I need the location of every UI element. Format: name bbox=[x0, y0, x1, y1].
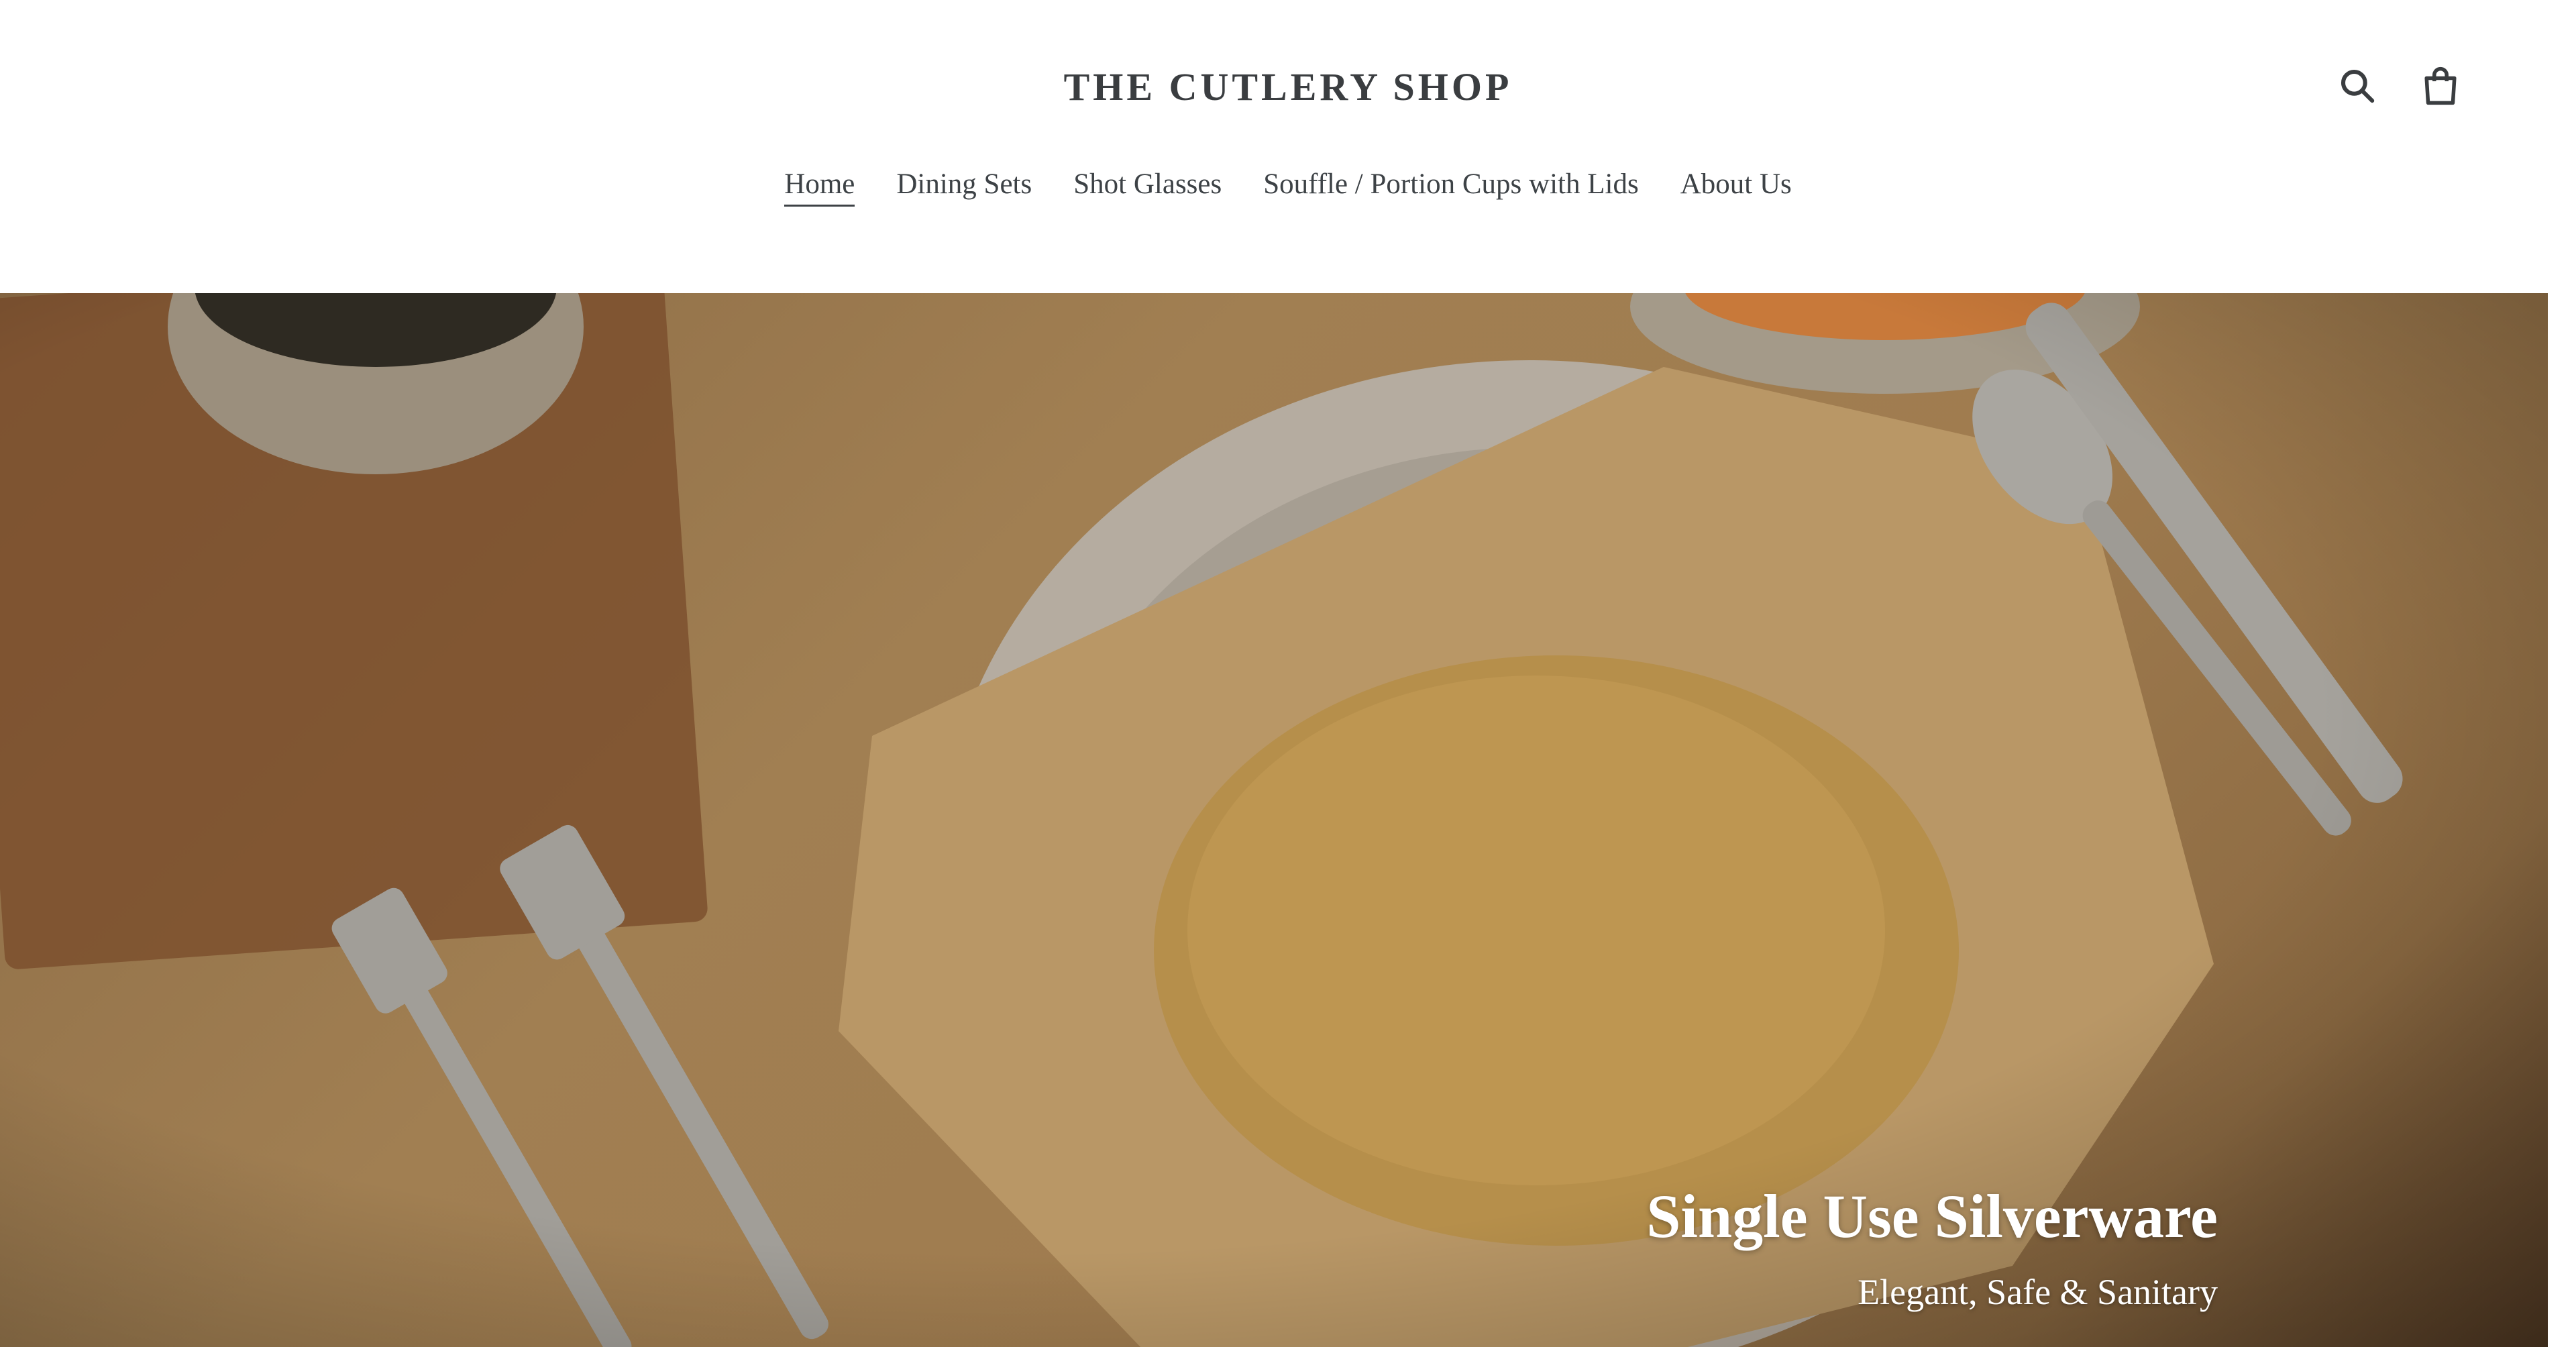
header-icons bbox=[2336, 64, 2462, 107]
hero-subtitle: Elegant, Safe & Sanitary bbox=[1858, 1272, 2218, 1312]
nav-item-home[interactable]: Home bbox=[784, 168, 855, 207]
hero-right-gutter bbox=[2548, 293, 2576, 1347]
cart-icon[interactable] bbox=[2419, 64, 2462, 107]
hero-title: Single Use Silverware bbox=[1646, 1182, 2218, 1250]
site-logo[interactable]: THE CUTLERY SHOP bbox=[0, 64, 2576, 109]
nav-item-souffle-cups[interactable]: Souffle / Portion Cups with Lids bbox=[1263, 168, 1638, 207]
nav-item-shot-glasses[interactable]: Shot Glasses bbox=[1073, 168, 1222, 207]
main-nav: Home Dining Sets Shot Glasses Souffle / … bbox=[0, 168, 2576, 207]
nav-item-dining-sets[interactable]: Dining Sets bbox=[896, 168, 1032, 207]
search-icon[interactable] bbox=[2336, 64, 2379, 107]
site-header: THE CUTLERY SHOP Home Dining Sets Shot G… bbox=[0, 0, 2576, 293]
nav-item-about-us[interactable]: About Us bbox=[1680, 168, 1792, 207]
